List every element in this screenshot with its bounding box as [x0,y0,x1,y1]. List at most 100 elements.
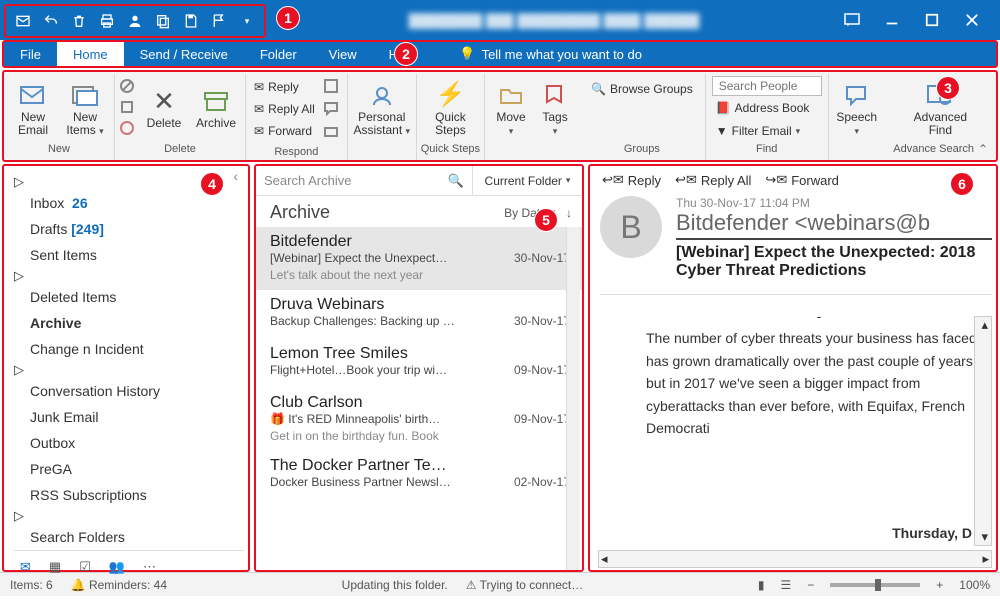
browse-groups-button[interactable]: 🔍Browse Groups [587,78,697,100]
reading-forward-button[interactable]: ↪✉Forward [765,172,838,188]
window-title-blurred: ████████ ███ █████████ ████ ██████ [266,13,842,28]
people-view-icon[interactable]: 👥 [109,559,125,575]
nav-drafts[interactable]: Drafts [249] [14,216,244,242]
calendar-view-icon[interactable]: ▦ [49,559,61,575]
scrollbar[interactable] [566,227,580,570]
new-email-button[interactable]: New Email [8,76,58,140]
move-button[interactable]: Move▾ [489,76,533,140]
ribbon-group-new: New Email New Items ▾ New [4,74,115,160]
tell-me-search[interactable]: 💡 Tell me what you want to do [431,42,642,66]
cleanup-icon[interactable] [119,99,137,118]
window-controls [842,10,996,30]
save-icon[interactable] [182,12,200,30]
view-reading-icon[interactable]: ☰ [781,578,792,592]
reading-reply-button[interactable]: ↩✉Reply [602,172,661,188]
nav-change-incident[interactable]: Change n Incident [14,336,244,362]
tab-folder[interactable]: Folder [244,42,313,66]
horizontal-scrollbar[interactable]: ◂▸ [598,550,992,568]
quick-steps-icon: ⚡ [435,81,465,109]
maximize-icon[interactable] [922,10,942,30]
ribbon-group-quicksteps-label: Quick Steps [421,142,480,158]
more-respond-icon[interactable] [323,124,341,143]
message-item[interactable]: Druva Webinars Backup Challenges: Backin… [256,290,582,339]
mail-view-icon[interactable]: ✉ [20,559,31,575]
ignore-icon[interactable] [119,78,137,97]
ribbon-group-find: 📕Address Book ▼Filter Email ▾ Find [706,74,829,160]
flag-icon[interactable] [210,12,228,30]
forward-icon: ✉ [254,124,264,138]
ribbon-group-speech-label [833,142,881,158]
search-scope-dropdown[interactable]: Current Folder ▾ [472,166,582,195]
minimize-icon[interactable] [882,10,902,30]
message-item[interactable]: The Docker Partner Te… Docker Business P… [256,451,582,500]
tab-file[interactable]: File [4,42,57,66]
nav-archive[interactable]: Archive [14,310,244,336]
zoom-slider[interactable] [830,583,920,587]
nav-more-icon[interactable]: ⋯ [143,559,156,575]
nav-outbox[interactable]: Outbox [14,430,244,456]
view-normal-icon[interactable]: ▮ [758,578,765,592]
meeting-reply-icon[interactable] [323,78,341,97]
nav-junk-email[interactable]: Junk Email [14,404,244,430]
quick-steps-button[interactable]: ⚡ Quick Steps [425,76,475,140]
sender-avatar: B [600,196,662,258]
reply-button[interactable]: ✉Reply [250,76,319,98]
nav-rss[interactable]: RSS Subscriptions [14,482,244,508]
reading-body-date: Thursday, D [892,522,972,544]
speech-button[interactable]: Speech▾ [833,76,881,140]
delete-icon[interactable] [70,12,88,30]
forward-button[interactable]: ✉Forward [250,120,319,142]
reading-date: Thu 30-Nov-17 11:04 PM [676,196,992,210]
search-submit-icon[interactable]: 🔍 [448,173,464,189]
send-receive-all-icon[interactable] [14,12,32,30]
person-icon[interactable] [126,12,144,30]
tags-button[interactable]: Tags▾ [535,76,575,140]
reading-reply-all-button[interactable]: ↩✉Reply All [675,172,751,188]
tab-home[interactable]: Home [57,42,124,66]
nav-conversation-history[interactable]: Conversation History [14,378,244,404]
ribbon-group-new-label: New [8,142,110,158]
nav-deleted-items[interactable]: Deleted Items [14,284,244,310]
delete-button[interactable]: ✕ Delete [139,76,189,140]
expand-icon[interactable]: ▷ [14,174,24,189]
ribbon-mode-icon[interactable] [842,10,862,30]
expand-icon[interactable]: ▷ [14,508,24,523]
expand-icon[interactable]: ▷ [14,362,24,377]
new-items-button[interactable]: New Items ▾ [60,76,110,140]
message-item[interactable]: Lemon Tree Smiles Flight+Hotel…Book your… [256,339,582,388]
speech-icon [842,81,872,109]
address-book-button[interactable]: 📕Address Book [712,97,822,119]
filter-icon: ▼ [716,124,728,138]
qat-dropdown-icon[interactable]: ▾ [238,12,256,30]
im-reply-icon[interactable] [323,101,341,120]
ribbon-collapse-icon[interactable]: ⌃ [978,142,988,156]
undo-icon[interactable] [42,12,60,30]
junk-icon[interactable] [119,120,137,139]
speech-label: Speech▾ [836,111,877,137]
close-icon[interactable] [962,10,982,30]
print-icon[interactable] [98,12,116,30]
search-archive-input[interactable]: Search Archive🔍 [256,166,472,195]
personal-assistant-button[interactable]: Personal Assistant ▾ [352,76,412,140]
nav-prega[interactable]: PreGA [14,456,244,482]
search-people-input[interactable] [712,76,822,96]
nav-sent-items[interactable]: Sent Items [14,242,244,268]
advanced-find-label: Advanced Find [914,111,967,137]
message-item[interactable]: Club Carlson 🎁 It's RED Minneapolis' bir… [256,388,582,451]
copy-icon[interactable] [154,12,172,30]
archive-button[interactable]: Archive [191,76,241,140]
filter-email-button[interactable]: ▼Filter Email ▾ [712,120,822,142]
ribbon-group-groups: 🔍Browse Groups Groups [579,74,706,160]
nav-search-folders[interactable]: Search Folders [14,524,244,550]
quick-access-toolbar: ▾ [4,4,266,38]
tab-send-receive[interactable]: Send / Receive [124,42,244,66]
message-item[interactable]: Bitdefender [Webinar] Expect the Unexpec… [256,227,582,290]
new-items-label: New Items ▾ [66,111,103,137]
vertical-scrollbar[interactable]: ▴▾ [974,316,992,546]
reply-all-button[interactable]: ✉Reply All [250,98,319,120]
ribbon-group-respond-label: Respond [250,145,343,159]
tasks-view-icon[interactable]: ☑ [79,559,91,575]
expand-icon[interactable]: ▷ [14,268,24,283]
tab-view[interactable]: View [313,42,373,66]
folder-navigation-pane: ‹ ▷Inbox 26 Drafts [249] Sent Items ▷Del… [2,164,250,572]
